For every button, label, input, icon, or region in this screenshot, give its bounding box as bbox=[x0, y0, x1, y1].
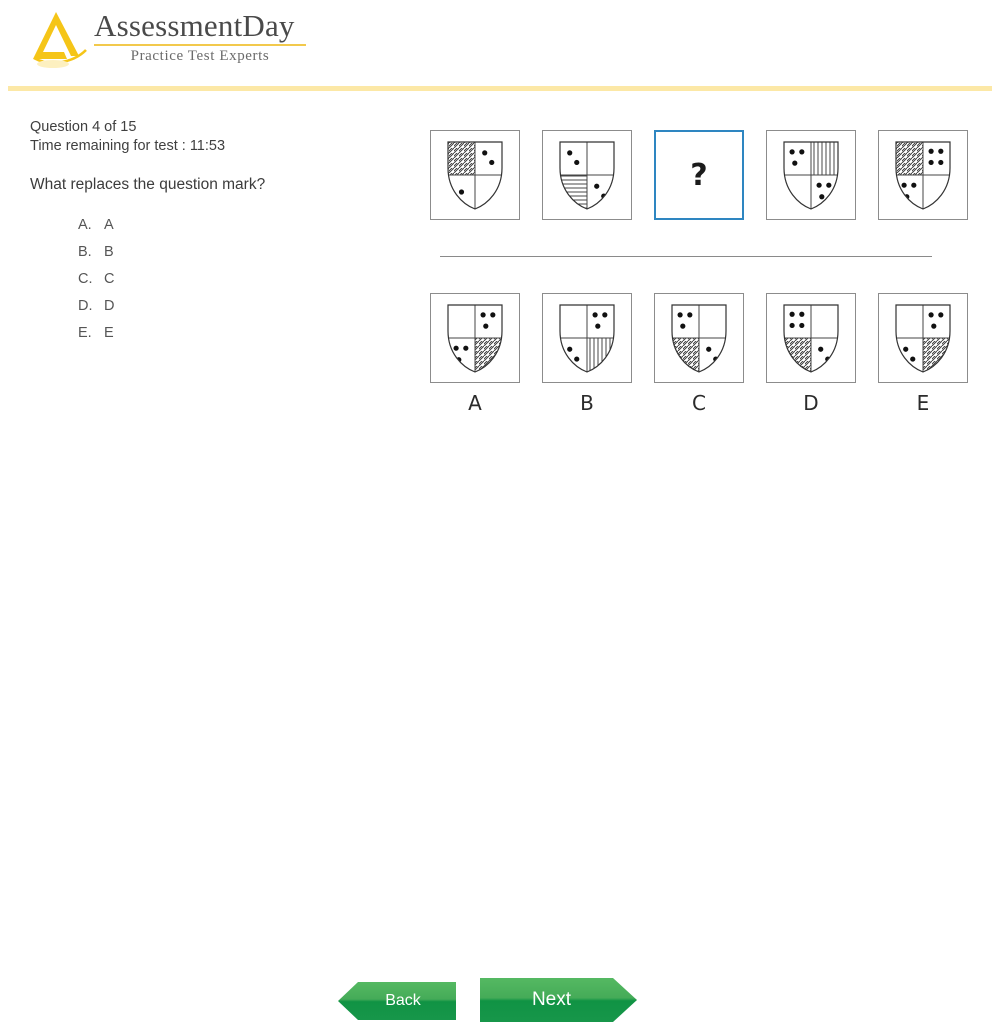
brand-underline bbox=[94, 43, 306, 46]
back-button[interactable]: Back bbox=[338, 982, 456, 1020]
answer-option-key: A. bbox=[78, 217, 92, 233]
answer-option-label: C bbox=[104, 271, 115, 287]
brand-name: AssessmentDay bbox=[94, 8, 295, 43]
shield-quadrant-bottom-left-hatch-horizontal bbox=[560, 175, 587, 209]
answer-option-key: D. bbox=[78, 298, 93, 314]
answer-choice-label-a: A bbox=[468, 391, 482, 415]
sequence-shield-5 bbox=[895, 141, 951, 210]
answer-option-label: B bbox=[104, 244, 114, 260]
question-mark: ? bbox=[690, 157, 708, 193]
answer-option-key: C. bbox=[78, 271, 93, 287]
sequence-shield-2 bbox=[559, 141, 615, 210]
question-counter: Question 4 of 15 bbox=[30, 119, 137, 135]
answer-shield-A bbox=[447, 304, 503, 373]
sequence-shield-5-cell bbox=[878, 130, 968, 220]
brand-tagline: Practice Test Experts bbox=[130, 47, 270, 64]
shield-quadrant-top-right-hatch-vertical bbox=[811, 142, 838, 175]
question-panel: Question 4 of 15 Time remaining for test… bbox=[30, 118, 390, 347]
answer-choice-c[interactable] bbox=[654, 293, 744, 383]
answer-row bbox=[430, 293, 990, 383]
answer-option-label: D bbox=[104, 298, 115, 314]
next-button[interactable]: Next bbox=[480, 978, 637, 1022]
sequence-shield-4-cell bbox=[766, 130, 856, 220]
navigation-bar: Back Next bbox=[0, 488, 1000, 540]
brand-logo[interactable]: AssessmentDay Practice Test Experts bbox=[26, 6, 306, 68]
answer-labels: A B C D E bbox=[430, 391, 990, 415]
answer-choice-a[interactable] bbox=[430, 293, 520, 383]
answer-option-label: E bbox=[104, 325, 114, 341]
question-timer: Time remaining for test : 11:53 bbox=[30, 138, 226, 154]
answer-option-key: E. bbox=[78, 325, 92, 341]
shield-quadrant-bottom-left-hatch-diagonal bbox=[672, 338, 699, 372]
brand-wordmark: AssessmentDay Practice Test Experts bbox=[94, 6, 306, 65]
answer-choice-b[interactable] bbox=[542, 293, 632, 383]
page-header: AssessmentDay Practice Test Experts bbox=[0, 0, 1000, 91]
answer-choice-e[interactable] bbox=[878, 293, 968, 383]
sequence-shield-2-cell bbox=[542, 130, 632, 220]
answer-option-d[interactable]: D. D bbox=[78, 293, 390, 320]
shield-quadrant-top-left-hatch-diagonal bbox=[448, 142, 475, 175]
answer-option-label: A bbox=[104, 217, 114, 233]
answer-choice-label-d: D bbox=[803, 391, 819, 415]
answer-shield-B bbox=[559, 304, 615, 373]
answer-shield-C bbox=[671, 304, 727, 373]
answer-choice-label-b: B bbox=[580, 391, 594, 415]
missing-figure-cell: ? bbox=[654, 130, 744, 220]
answer-option-a[interactable]: A. A bbox=[78, 212, 390, 239]
shield-quadrant-bottom-right-hatch-diagonal bbox=[923, 338, 950, 372]
answer-option-e[interactable]: E. E bbox=[78, 320, 390, 347]
sequence-answers-divider bbox=[440, 256, 932, 257]
sequence-row: ? bbox=[430, 130, 990, 220]
sequence-shield-4 bbox=[783, 141, 839, 210]
answer-choice-label-e: E bbox=[916, 391, 930, 415]
answer-option-b[interactable]: B. B bbox=[78, 239, 390, 266]
shield-quadrant-bottom-left-hatch-diagonal bbox=[784, 338, 811, 372]
assessmentday-triangle-logo-icon bbox=[26, 6, 88, 68]
answer-choice-d[interactable] bbox=[766, 293, 856, 383]
shield-quadrant-bottom-right-hatch-vertical bbox=[587, 338, 614, 372]
shield-quadrant-bottom-right-hatch-diagonal bbox=[475, 338, 502, 372]
answer-option-c[interactable]: C. C bbox=[78, 266, 390, 293]
header-divider bbox=[8, 86, 992, 91]
figure-area: ? A B C D E bbox=[430, 130, 990, 460]
question-prompt: What replaces the question mark? bbox=[30, 176, 266, 193]
answer-shield-D bbox=[783, 304, 839, 373]
answer-option-list: A. A B. B C. C D. D E. E bbox=[30, 212, 390, 347]
sequence-shield-1 bbox=[447, 141, 503, 210]
sequence-shield-1-cell bbox=[430, 130, 520, 220]
shield-quadrant-top-left-hatch-diagonal bbox=[896, 142, 923, 175]
answer-shield-E bbox=[895, 304, 951, 373]
answer-choice-label-c: C bbox=[692, 391, 706, 415]
answer-option-key: B. bbox=[78, 244, 92, 260]
